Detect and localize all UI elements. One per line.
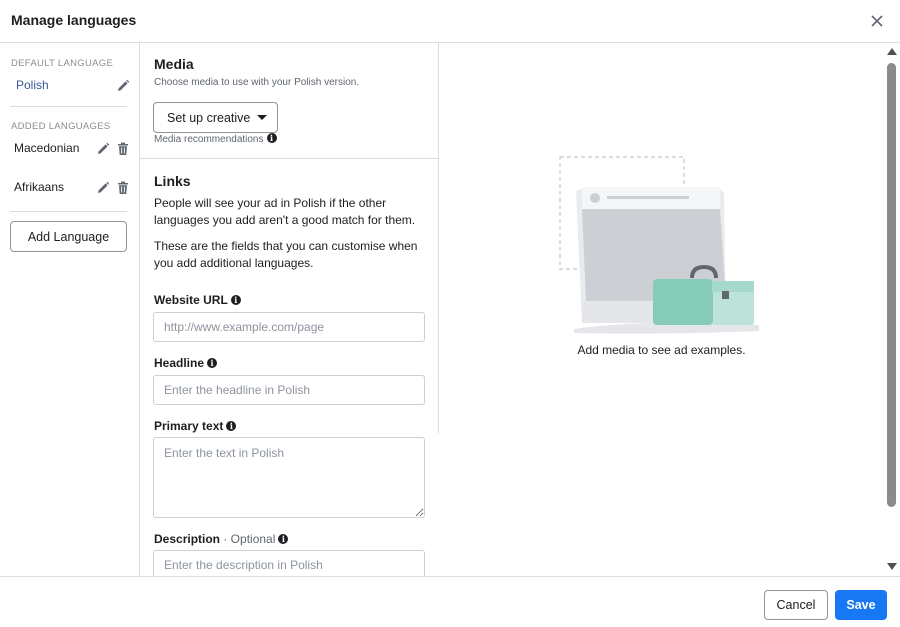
set-up-creative-label: Set up creative [167, 110, 251, 125]
caret-down-icon [257, 115, 267, 120]
dialog-footer: Cancel Save [0, 576, 900, 627]
vertical-scrollbar[interactable] [884, 43, 900, 576]
media-recommendations: Media recommendations i [154, 133, 277, 145]
scroll-up-arrow-icon[interactable] [887, 48, 897, 55]
ad-preview-illustration [559, 156, 759, 334]
save-button[interactable]: Save [835, 590, 887, 620]
edit-icon[interactable] [96, 142, 110, 156]
added-languages-label: ADDED LANGUAGES [11, 121, 111, 132]
info-icon[interactable]: i [226, 421, 237, 431]
info-icon[interactable]: i [278, 534, 289, 544]
media-subtitle: Choose media to use with your Polish ver… [154, 77, 360, 88]
headline-label: Headline i [154, 356, 218, 370]
info-icon[interactable]: i [266, 133, 277, 143]
primary-text-label-text: Primary text [154, 419, 224, 433]
trash-icon[interactable] [116, 142, 130, 156]
optional-label: · Optional [220, 532, 276, 546]
ad-preview-panel: Add media to see ad examples. [439, 43, 884, 576]
language-sidebar: DEFAULT LANGUAGE Polish ADDED LANGUAGES … [0, 43, 140, 576]
sidebar-divider [10, 106, 127, 107]
edit-icon[interactable] [116, 79, 130, 93]
description-input[interactable] [153, 550, 425, 576]
sidebar-divider [10, 211, 127, 212]
language-settings-panel[interactable]: Media Choose media to use with your Poli… [140, 43, 439, 576]
links-title: Links [154, 173, 191, 189]
info-icon[interactable]: i [230, 295, 241, 305]
scroll-down-arrow-icon[interactable] [887, 563, 897, 570]
dialog-header: Manage languages [0, 0, 900, 43]
added-language-name: Macedonian [14, 141, 80, 155]
media-title: Media [154, 56, 194, 72]
default-language-name[interactable]: Polish [16, 78, 49, 92]
website-url-label: Website URL i [154, 293, 241, 307]
default-language-label: DEFAULT LANGUAGE [11, 58, 114, 69]
links-description-1: People will see your ad in Polish if the… [154, 196, 416, 227]
links-description-2: These are the fields that you can custom… [154, 239, 418, 270]
preview-empty-text: Add media to see ad examples. [577, 343, 746, 357]
media-recommendations-label: Media recommendations [154, 134, 264, 145]
website-url-label-text: Website URL [154, 293, 228, 307]
scrollbar-thumb[interactable] [887, 63, 896, 507]
section-divider [140, 158, 439, 159]
edit-icon[interactable] [96, 181, 110, 195]
headline-input[interactable] [153, 375, 425, 405]
dialog-title: Manage languages [11, 12, 137, 28]
trash-icon[interactable] [116, 181, 130, 195]
added-language-name: Afrikaans [14, 180, 65, 194]
description-label-text: Description [154, 532, 221, 546]
default-language-row[interactable]: Polish [0, 75, 139, 97]
cancel-button[interactable]: Cancel [764, 590, 828, 620]
info-icon[interactable]: i [207, 358, 218, 368]
headline-label-text: Headline [154, 356, 205, 370]
description-label: Description · Optional i [154, 532, 289, 546]
set-up-creative-dropdown[interactable]: Set up creative [153, 102, 278, 133]
primary-text-input[interactable] [153, 437, 425, 518]
added-language-row-afrikaans[interactable]: Afrikaans [0, 177, 139, 199]
close-icon[interactable] [868, 12, 886, 30]
primary-text-label: Primary text i [154, 419, 237, 433]
added-language-row-macedonian[interactable]: Macedonian [0, 138, 139, 160]
add-language-button[interactable]: Add Language [10, 221, 127, 252]
website-url-input[interactable] [153, 312, 425, 342]
